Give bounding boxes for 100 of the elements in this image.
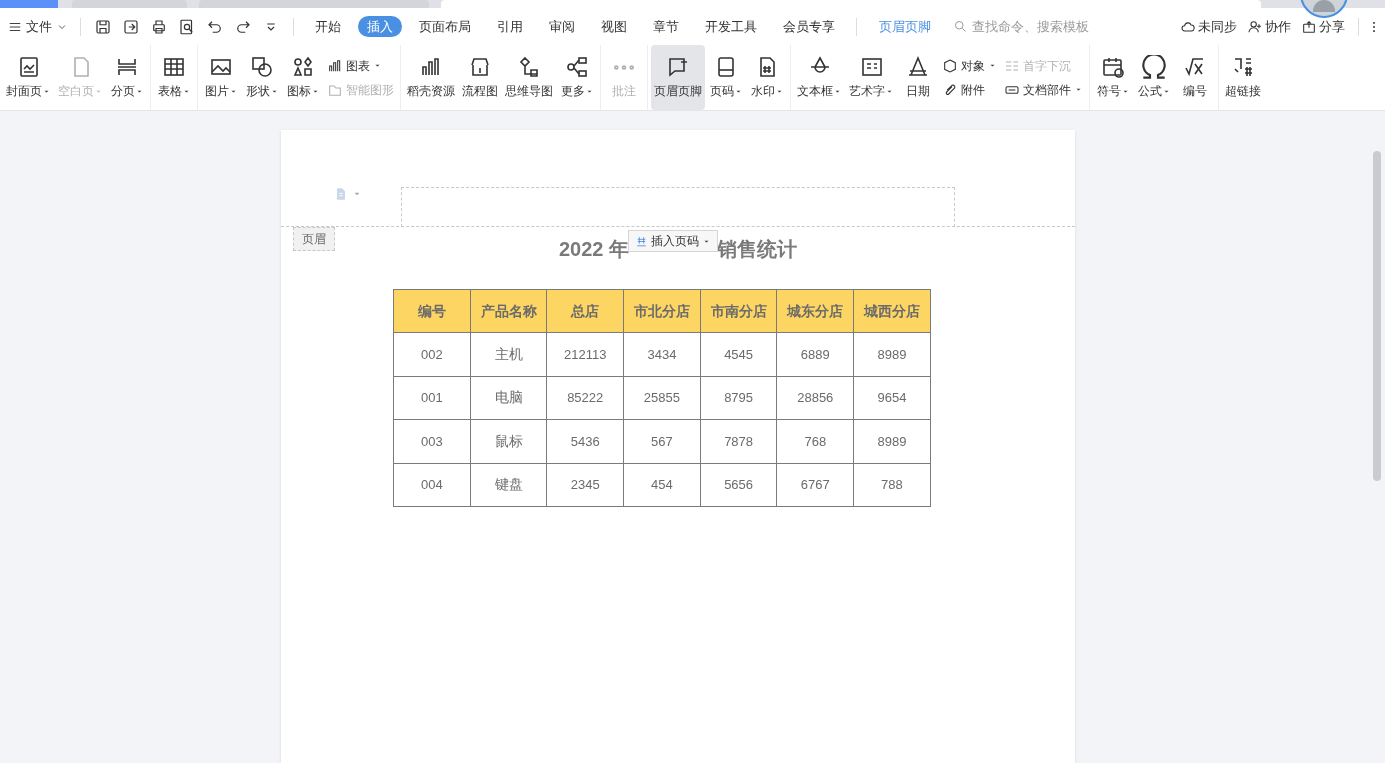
export-icon — [122, 17, 140, 36]
ribbon-tab[interactable]: 页面布局 — [410, 16, 480, 37]
ribbon-button[interactable]: 图标 — [283, 45, 323, 110]
ribbon-button[interactable]: 思维导图 — [502, 45, 556, 110]
toolbar-button[interactable]: 未同步 — [1175, 16, 1242, 37]
ribbon-button[interactable]: 编号 — [1175, 45, 1215, 110]
column-header: 总店 — [546, 289, 624, 333]
ribbon-button[interactable]: 分页 — [107, 45, 147, 110]
ribbon-tab[interactable]: 章节 — [644, 16, 688, 37]
table-cell: 5656 — [700, 463, 777, 507]
omega-icon — [1142, 55, 1166, 79]
ribbon-tab[interactable]: 视图 — [592, 16, 636, 37]
table-cell: 9654 — [853, 376, 931, 420]
table-cell: 主机 — [470, 332, 547, 376]
table-cell: 001 — [393, 376, 471, 420]
ribbon-button[interactable]: 图表 — [327, 56, 394, 75]
table-cell: 002 — [393, 332, 471, 376]
table-cell: 25855 — [623, 376, 701, 420]
caret-icon — [353, 190, 361, 198]
ribbon-button[interactable]: 表格 — [154, 45, 194, 110]
ribbon-button[interactable]: 对象 — [942, 56, 997, 75]
table-icon — [162, 55, 186, 79]
column-header: 编号 — [393, 289, 471, 333]
ribbon-button[interactable]: 超链接 — [1222, 45, 1264, 110]
table-cell: 788 — [853, 463, 931, 507]
mind-map-icon — [565, 55, 589, 79]
document-title: 2022 年 — [558, 237, 630, 262]
ribbon-button[interactable]: 符号 — [1093, 45, 1133, 110]
column-header: 市北分店 — [623, 289, 701, 333]
ribbon-tab[interactable]: 引用 — [488, 16, 532, 37]
table-cell: 鼠标 — [470, 419, 547, 463]
ribbon-button[interactable]: 艺术字 — [846, 45, 897, 110]
table-cell: 6889 — [776, 332, 854, 376]
table-cell: 768 — [776, 419, 854, 463]
table-cell: 003 — [393, 419, 471, 463]
ribbon-button[interactable]: 日期 — [898, 45, 938, 110]
ribbon-tab[interactable]: 开始 — [306, 16, 350, 37]
text-box-icon — [859, 55, 884, 79]
ribbon-button[interactable]: 页码 — [706, 45, 746, 110]
table-cell: 7878 — [700, 419, 777, 463]
table-cell: 454 — [623, 463, 701, 507]
file-menu[interactable]: 文件 — [4, 16, 72, 37]
calendar-icon — [1101, 55, 1125, 79]
toolbar-button[interactable]: 分享 — [1296, 16, 1350, 37]
header-label: 页眉 — [293, 227, 335, 251]
toolbar-button[interactable]: 协作 — [1242, 16, 1296, 37]
page-number-icon — [635, 234, 648, 248]
ribbon-button[interactable]: 图片 — [201, 45, 241, 110]
column-header: 城东分店 — [776, 289, 854, 333]
ribbon-button[interactable]: 稻壳资源 — [404, 45, 458, 110]
table-cell: 键盘 — [470, 463, 547, 507]
shapes-icon — [250, 55, 274, 79]
table-cell: 4545 — [700, 332, 777, 376]
table-cell: 212113 — [546, 332, 624, 376]
ribbon-button[interactable]: 更多 — [557, 45, 597, 110]
ribbon-button[interactable]: 流程图 — [459, 45, 501, 110]
table-cell: 6767 — [776, 463, 854, 507]
search-icon — [953, 19, 968, 34]
insert-page-number-button[interactable]: 插入页码 — [628, 230, 718, 252]
table-cell: 2345 — [546, 463, 624, 507]
table-cell: 8795 — [700, 376, 777, 420]
ribbon-button[interactable]: 附件 — [942, 80, 997, 99]
ribbon-tab[interactable]: 开发工具 — [696, 16, 766, 37]
table-cell: 004 — [393, 463, 471, 507]
numbering-icon — [1231, 55, 1255, 79]
cube-icon — [942, 57, 958, 74]
icon-set-icon — [291, 55, 315, 79]
flowchart-icon — [517, 55, 541, 79]
comment-icon — [666, 55, 690, 79]
ribbon-button[interactable]: 文档部件 — [1004, 80, 1083, 99]
ribbon-tab[interactable]: 审阅 — [540, 16, 584, 37]
ribbon-tab[interactable]: 会员专享 — [774, 16, 844, 37]
table-cell: 28856 — [776, 376, 854, 420]
table-cell: 567 — [623, 419, 701, 463]
ribbon-button[interactable]: 封面页 — [3, 45, 54, 110]
table-cell: 8989 — [853, 332, 931, 376]
ribbon-button[interactable]: 公式 — [1134, 45, 1174, 110]
person-plus-icon — [1247, 18, 1263, 35]
ribbon-button[interactable]: 水印 — [747, 45, 787, 110]
ribbon-button[interactable]: 页眉页脚 — [651, 45, 705, 110]
document-title: 销售统计 — [717, 237, 798, 262]
word-art-icon — [906, 55, 930, 79]
share-icon — [1301, 18, 1317, 35]
column-header: 市南分店 — [700, 289, 777, 333]
document-icon — [334, 187, 348, 201]
bar-chart-icon — [327, 57, 343, 74]
column-header: 产品名称 — [470, 289, 547, 333]
save-icon — [94, 17, 112, 36]
search-field[interactable]: 查找命令、搜索模板 — [953, 16, 1112, 37]
ribbon-button[interactable]: 文本框 — [794, 45, 845, 110]
table-cell: 85222 — [546, 376, 624, 420]
table-cell: 5436 — [546, 419, 624, 463]
table-cell: 8989 — [853, 419, 931, 463]
column-header: 城西分店 — [853, 289, 931, 333]
more-icon — [613, 63, 635, 71]
print-icon — [150, 17, 168, 36]
table-cell: 电脑 — [470, 376, 547, 420]
ribbon-button[interactable]: 形状 — [242, 45, 282, 110]
header-area[interactable] — [401, 187, 955, 227]
store-icon — [468, 55, 492, 79]
